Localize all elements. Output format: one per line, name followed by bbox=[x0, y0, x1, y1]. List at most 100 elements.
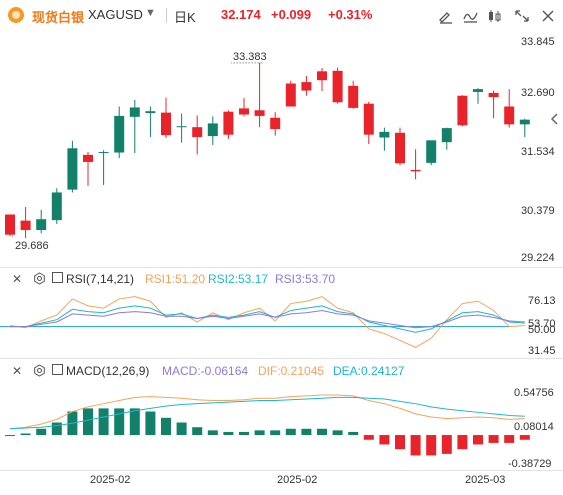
candle-body bbox=[285, 83, 296, 107]
candle-body bbox=[114, 115, 125, 153]
candle-body bbox=[301, 82, 312, 91]
macd-bar bbox=[161, 417, 171, 436]
date-tick: 2025-02 bbox=[90, 474, 131, 486]
rsi-tick: 50.00 bbox=[528, 324, 556, 336]
macd-checkbox-icon[interactable] bbox=[52, 364, 63, 378]
candle-body bbox=[441, 128, 452, 143]
candle-body bbox=[67, 148, 78, 190]
macd-bar bbox=[83, 408, 93, 436]
macd-bar bbox=[317, 428, 327, 436]
rsi2-value: RSI2:53.17 bbox=[208, 272, 269, 286]
date-tick: 2025-02 bbox=[277, 474, 318, 486]
rsi-checkbox-icon[interactable] bbox=[52, 272, 63, 286]
macd-bar bbox=[239, 431, 249, 436]
candle-body bbox=[488, 92, 499, 98]
macd-bar bbox=[301, 428, 312, 436]
macd-bar bbox=[395, 435, 405, 450]
price-tick: 29.224 bbox=[521, 252, 555, 264]
candle-body bbox=[207, 123, 218, 137]
macd-bar bbox=[457, 435, 468, 450]
price-tick: 32.690 bbox=[521, 87, 555, 99]
macd-bar bbox=[51, 422, 62, 436]
price-tick: 31.534 bbox=[521, 146, 555, 158]
dif-value: DIF:0.21045 bbox=[258, 364, 325, 378]
panel-divider bbox=[0, 358, 563, 359]
macd-bar bbox=[176, 422, 187, 436]
candle-body bbox=[176, 126, 187, 128]
candle-body bbox=[426, 140, 437, 163]
candle-body bbox=[83, 154, 93, 162]
price-tick: 30.379 bbox=[521, 205, 555, 217]
panel-divider bbox=[0, 267, 563, 268]
macd-bar bbox=[504, 435, 515, 443]
candle-body bbox=[223, 111, 234, 135]
rsi3-value: RSI3:53.70 bbox=[275, 272, 336, 286]
candle-body bbox=[379, 131, 390, 138]
panel-divider bbox=[0, 470, 563, 471]
macd-bar bbox=[114, 408, 125, 436]
price-tick: 33.845 bbox=[521, 36, 555, 48]
macd-bar bbox=[473, 435, 483, 445]
rsi-tick: 76.13 bbox=[528, 295, 556, 307]
candle-body bbox=[161, 112, 171, 136]
macd-bar bbox=[129, 408, 140, 436]
candle-body bbox=[239, 108, 249, 115]
close-macd-icon[interactable]: ✕ bbox=[12, 364, 22, 378]
macd-tick: 0.54756 bbox=[514, 387, 554, 399]
candle-body bbox=[395, 132, 405, 164]
macd-bar bbox=[36, 428, 47, 436]
rsi-settings-icon[interactable] bbox=[33, 272, 46, 288]
rsi-tick: 31.45 bbox=[528, 345, 556, 357]
candle-body bbox=[317, 71, 327, 81]
rsi-title: RSI(7,14,21) bbox=[66, 272, 135, 286]
macd-tick: 0.08014 bbox=[514, 421, 554, 433]
kline-chart[interactable] bbox=[0, 0, 563, 495]
macd-bar bbox=[379, 435, 390, 445]
collapse-sidebar-icon[interactable] bbox=[549, 112, 561, 126]
low-price-marker: 29.686 bbox=[15, 240, 49, 252]
rsi1-value: RSI1:51.20 bbox=[145, 272, 206, 286]
candle-body bbox=[332, 70, 343, 103]
candle-body bbox=[410, 169, 421, 172]
candle-body bbox=[473, 89, 483, 92]
macd-bar bbox=[363, 435, 374, 440]
macd-value: MACD:-0.06164 bbox=[162, 364, 249, 378]
macd-bar bbox=[207, 430, 218, 436]
macd-bar bbox=[98, 408, 109, 436]
close-rsi-icon[interactable]: ✕ bbox=[12, 272, 22, 286]
macd-bar bbox=[426, 435, 437, 456]
macd-bar bbox=[519, 435, 530, 440]
macd-bar bbox=[441, 435, 452, 454]
macd-bar bbox=[254, 430, 265, 436]
macd-bar bbox=[285, 428, 296, 436]
date-tick: 2025-03 bbox=[465, 474, 506, 486]
candle-body bbox=[504, 106, 515, 125]
macd-bar bbox=[348, 431, 359, 436]
candle-body bbox=[20, 220, 31, 231]
macd-settings-icon[interactable] bbox=[33, 364, 46, 380]
candle-body bbox=[129, 107, 140, 117]
candle-body bbox=[348, 85, 359, 108]
macd-bar bbox=[270, 430, 281, 436]
macd-title: MACD(12,26,9) bbox=[66, 364, 150, 378]
candle-body bbox=[254, 110, 265, 116]
candle-body bbox=[363, 103, 374, 135]
dea-value: DEA:0.24127 bbox=[333, 364, 405, 378]
macd-bar bbox=[332, 430, 343, 436]
candle-body bbox=[519, 119, 530, 125]
macd-bar bbox=[192, 427, 203, 436]
macd-bar bbox=[20, 433, 31, 436]
candle-body bbox=[36, 219, 47, 231]
candle-body bbox=[5, 214, 15, 235]
high-price-marker: 33.383 bbox=[233, 51, 267, 63]
macd-bar bbox=[410, 435, 421, 456]
macd-bar bbox=[5, 435, 15, 437]
candle-body bbox=[51, 192, 62, 221]
candle-body bbox=[145, 111, 156, 114]
candle-body bbox=[457, 95, 468, 126]
candle-body bbox=[192, 127, 203, 138]
macd-bar bbox=[488, 435, 499, 443]
macd-tick: -0.38729 bbox=[508, 458, 552, 470]
candle-body bbox=[270, 117, 281, 130]
macd-bar bbox=[145, 411, 156, 436]
